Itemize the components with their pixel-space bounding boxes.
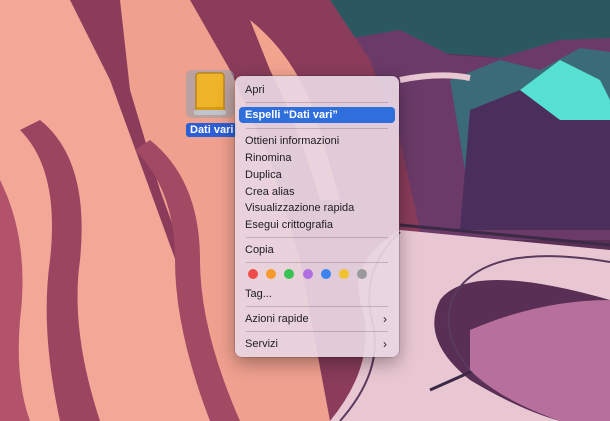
tag-gray-dot[interactable]: [357, 269, 367, 279]
menu-item-get-info[interactable]: Ottieni informazioni: [239, 133, 395, 149]
chevron-right-icon: ›: [383, 337, 387, 351]
menu-separator: [246, 128, 388, 129]
chevron-right-icon: ›: [383, 312, 387, 326]
menu-separator: [246, 262, 388, 263]
menu-item-make-alias[interactable]: Crea alias: [239, 184, 395, 200]
menu-item-quick-look[interactable]: Visualizzazione rapida: [239, 200, 395, 216]
tag-red-dot[interactable]: [248, 269, 258, 279]
menu-separator: [246, 331, 388, 332]
drive-label[interactable]: Dati vari: [186, 123, 238, 137]
tag-blue-dot[interactable]: [321, 269, 331, 279]
menu-separator: [246, 102, 388, 103]
menu-item-rename[interactable]: Rinomina: [239, 150, 395, 166]
menu-item-copy[interactable]: Copia: [239, 242, 395, 258]
menu-item-services[interactable]: Servizi ›: [239, 336, 395, 352]
drive-graphic: [186, 70, 234, 118]
tag-purple-dot[interactable]: [303, 269, 313, 279]
menu-separator: [246, 306, 388, 307]
services-label: Servizi: [245, 338, 279, 350]
menu-item-quick-actions[interactable]: Azioni rapide ›: [239, 311, 395, 327]
menu-item-open[interactable]: Apri: [239, 82, 395, 98]
external-drive-icon[interactable]: [184, 68, 236, 120]
quick-actions-label: Azioni rapide: [245, 313, 309, 325]
tag-yellow-dot[interactable]: [339, 269, 349, 279]
tag-green-dot[interactable]: [284, 269, 294, 279]
menu-item-eject[interactable]: Espelli “Dati vari”: [239, 107, 395, 123]
menu-item-encrypt[interactable]: Esegui crittografia: [239, 217, 395, 233]
menu-item-duplicate[interactable]: Duplica: [239, 167, 395, 183]
menu-separator: [246, 237, 388, 238]
tag-orange-dot[interactable]: [266, 269, 276, 279]
menu-item-tags[interactable]: Tag...: [239, 286, 395, 302]
context-menu: Apri Espelli “Dati vari” Ottieni informa…: [235, 76, 399, 357]
